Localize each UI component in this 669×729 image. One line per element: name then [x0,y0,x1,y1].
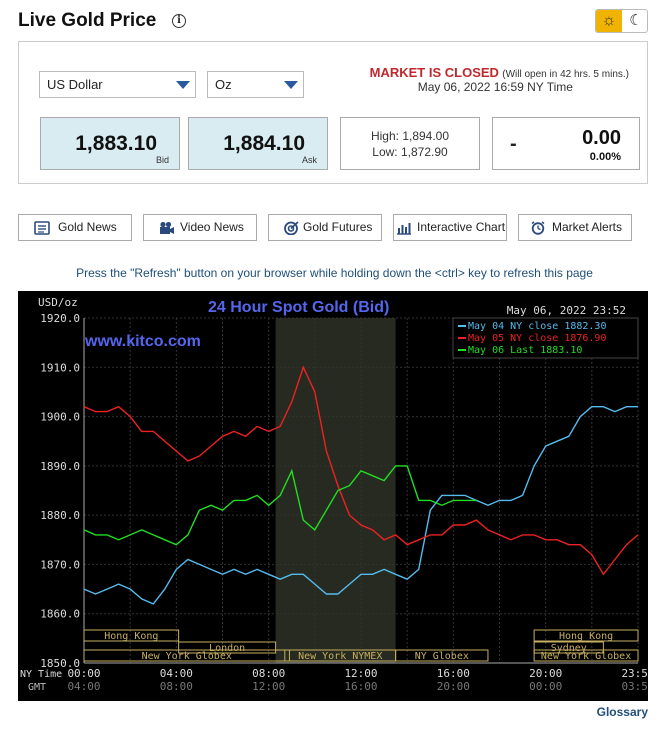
legend-label: May 04 NY close 1882.30 [468,321,606,332]
chevron-down-icon[interactable] [170,72,195,97]
unit-select[interactable]: Oz [207,71,304,98]
currency-select[interactable]: US Dollar [39,71,196,98]
gold-chart-svg: 1920.0 1910.0 1900.0 1890.0 1880.0 1870.0 1860… [20,296,648,693]
ask-box: 1,884.10 Ask [188,117,328,170]
unit-select-value: Oz [215,77,232,92]
reopen-note: (Will open in 42 hrs. 5 mins.) [502,69,629,80]
legend-label: May 05 NY close 1876.90 [468,333,606,344]
ask-label: Ask [301,155,317,165]
y-tick-label: 1900.0 [40,411,80,424]
video-camera-icon [160,221,174,234]
session-label: New York Globex [142,651,232,662]
ask-price: 1,884.10 [223,132,305,155]
video-news-label: Video News [180,220,244,234]
x-tick-label-ny: 08:00 [252,667,285,680]
x-tick-label-gmt: 16:00 [344,680,377,693]
gold-futures-label: Gold Futures [303,220,373,234]
session-label: Hong Kong [559,631,613,642]
change-value: 0.00 [582,127,621,149]
y-tick-label: 1860.0 [40,608,80,621]
page-title: Live Gold Price [18,10,157,31]
refresh-note: Press the "Refresh" button on your brows… [76,266,593,280]
x-tick-label-gmt: 00:00 [529,680,562,693]
gold-chart[interactable]: 1920.0 1910.0 1900.0 1890.0 1880.0 1870.0 1860… [18,291,648,701]
high-value: High: 1,894.00 [370,129,450,143]
video-news-button[interactable]: Video News [143,214,257,241]
x-tick-label-ny: 16:00 [437,667,470,680]
bid-label: Bid [155,155,169,165]
change-percent: 0.00% [589,151,621,163]
session-label: NY Globex [415,651,469,662]
target-icon [284,221,299,235]
session-label: New York NYMEX [298,651,382,662]
market-datetime: May 06, 2022 16:59 NY Time [417,80,573,94]
x-tick-label-gmt: 03:59 [621,680,648,693]
chart-timestamp: May 06, 2022 23:52 [507,304,626,317]
x-tick-label-gmt: 04:00 [67,680,100,693]
glossary-link[interactable]: Glossary [597,705,648,719]
watermark: www.kitco.com [84,333,201,350]
x-tick-label-ny: 00:00 [67,667,100,680]
change-sign: - [510,133,517,155]
market-alerts-label: Market Alerts [552,220,623,234]
range-box: High: 1,894.00 Low: 1,872.90 [340,117,480,170]
y-axis-label: USD/oz [38,296,78,309]
interactive-chart-button[interactable]: Interactive Chart [393,214,507,241]
legend-label: May 06 Last 1883.10 [468,345,582,356]
x-tick-label-ny: 20:00 [529,667,562,680]
nymex-session-shade [275,318,396,663]
gold-news-label: Gold News [58,220,117,234]
chart-title: 24 Hour Spot Gold (Bid) [208,299,389,316]
y-tick-label: 1890.0 [40,460,80,473]
x-tick-label-gmt: 08:00 [160,680,193,693]
x-tick-label-gmt: 12:00 [252,680,285,693]
newspaper-icon [34,221,50,235]
bid-box: 1,883.10 Bid [40,117,180,170]
x-tick-label-gmt: 20:00 [437,680,470,693]
info-icon[interactable]: i [172,14,186,28]
interactive-chart-label: Interactive Chart [417,220,506,234]
bid-price: 1,883.10 [75,132,157,155]
currency-select-value: US Dollar [47,77,103,92]
y-tick-label: 1870.0 [40,558,80,571]
session-label: New York Globex [541,651,631,662]
low-value: Low: 1,872.90 [372,145,448,159]
gold-futures-button[interactable]: Gold Futures [268,214,382,241]
y-tick-label: 1880.0 [40,509,80,522]
theme-toggle[interactable]: ☼ ☾ [595,9,648,33]
x-tick-label-ny: 23:59 [621,667,648,680]
change-box: - 0.00 0.00% [492,117,640,170]
chevron-down-icon[interactable] [278,72,303,97]
x-tick-label-ny: 12:00 [344,667,377,680]
bar-chart-icon [397,223,411,235]
market-status: MARKET IS CLOSED (Will open in 42 hrs. 5… [370,65,629,94]
session-label: Hong Kong [104,631,158,642]
x-tick-label-ny: 04:00 [160,667,193,680]
x-row-label-gmt: GMT [28,682,46,693]
gold-news-button[interactable]: Gold News [18,214,132,241]
y-tick-label: 1910.0 [40,361,80,374]
sun-icon[interactable]: ☼ [596,10,622,32]
market-closed-label: MARKET IS CLOSED [369,65,499,80]
alarm-clock-icon [531,221,545,235]
market-alerts-button[interactable]: Market Alerts [518,214,632,241]
y-tick-label: 1920.0 [40,312,80,325]
price-panel: US Dollar Oz MARKET IS CLOSED (Will open… [18,41,648,184]
x-row-label-ny: NY Time [20,669,62,680]
moon-icon[interactable]: ☾ [626,10,646,32]
